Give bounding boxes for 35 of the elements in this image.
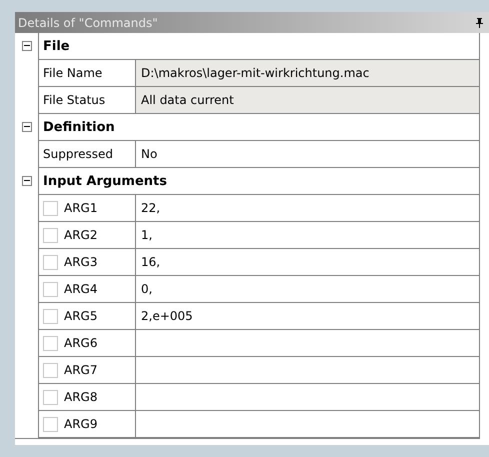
checkbox[interactable] — [43, 362, 58, 378]
pin-icon[interactable] — [476, 18, 483, 28]
argument-label: ARG7 — [64, 363, 98, 377]
property-value[interactable] — [135, 357, 479, 384]
checkbox[interactable] — [43, 416, 58, 432]
checkbox[interactable] — [43, 200, 58, 216]
collapse-toggle[interactable] — [22, 176, 32, 186]
property-value[interactable]: All data current — [135, 87, 479, 114]
collapse-toggle[interactable] — [22, 122, 32, 132]
argument-label: ARG3 — [64, 255, 98, 269]
checkbox[interactable] — [43, 390, 58, 404]
property-value[interactable]: D:\makros\lager-mit-wirkrichtung.mac — [135, 60, 479, 87]
property-value[interactable]: 2,e+005 — [135, 303, 479, 330]
argument-label: ARG8 — [64, 390, 98, 404]
property-value[interactable]: 16, — [135, 249, 479, 276]
property-value[interactable] — [135, 411, 479, 438]
checkbox[interactable] — [43, 308, 58, 324]
checkbox[interactable] — [43, 336, 58, 350]
property-value[interactable]: 1, — [135, 222, 479, 249]
checkbox[interactable] — [43, 254, 58, 270]
checkbox[interactable] — [43, 282, 58, 296]
property-value[interactable]: 0, — [135, 276, 479, 303]
argument-label: ARG2 — [64, 228, 98, 242]
collapse-toggle[interactable] — [22, 41, 32, 51]
checkbox[interactable] — [43, 228, 58, 242]
argument-label: ARG1 — [64, 201, 98, 215]
argument-label: ARG6 — [64, 336, 98, 350]
property-value[interactable] — [135, 330, 479, 357]
argument-label: ARG5 — [64, 309, 98, 323]
property-value[interactable]: No — [135, 141, 479, 168]
panel-title: Details of "Commands" — [18, 16, 158, 30]
argument-label: ARG9 — [64, 417, 98, 431]
argument-label: ARG4 — [64, 282, 98, 296]
property-value[interactable]: 22, — [135, 195, 479, 222]
property-value[interactable] — [135, 384, 479, 411]
